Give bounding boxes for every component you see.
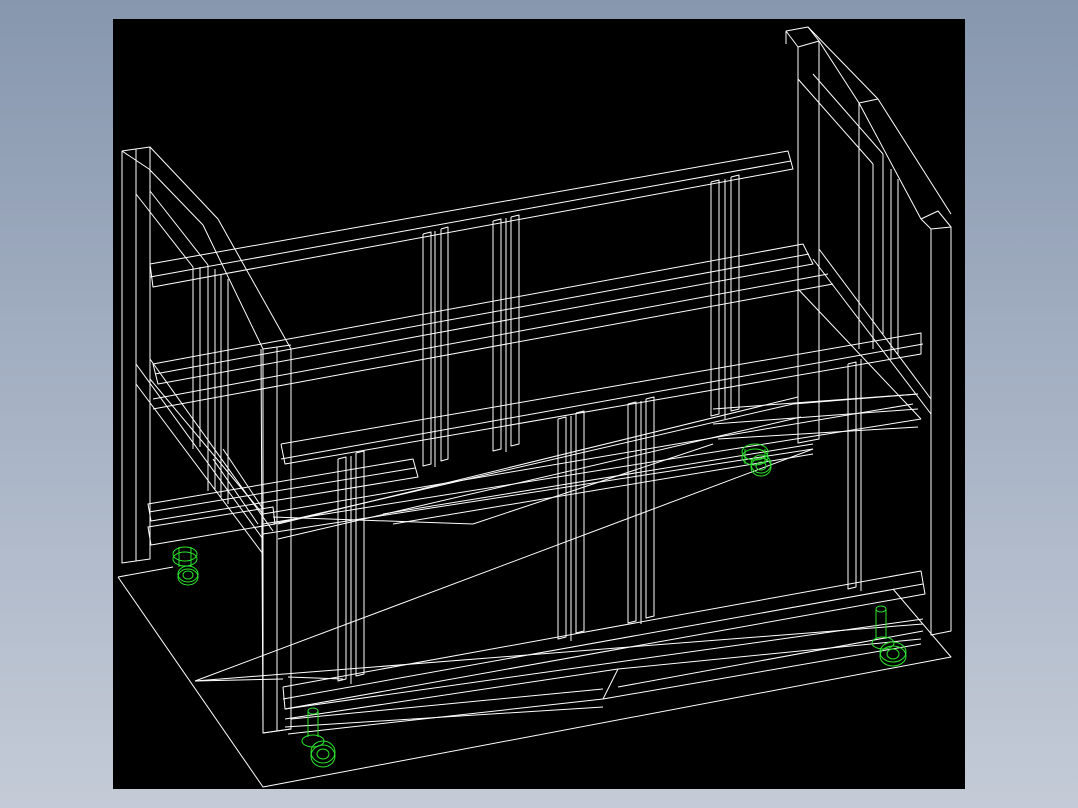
right-headboard [785,26,952,636]
left-headboard [121,146,292,734]
caster-right-back [741,443,772,477]
wireframe-drawing [117,26,952,788]
caster-right-front [871,605,907,667]
front-side-panel [260,332,926,735]
caster-left-back [172,546,199,586]
bottom-base [117,448,952,788]
cad-viewport[interactable] [113,19,965,789]
caster-left-front [301,707,336,768]
